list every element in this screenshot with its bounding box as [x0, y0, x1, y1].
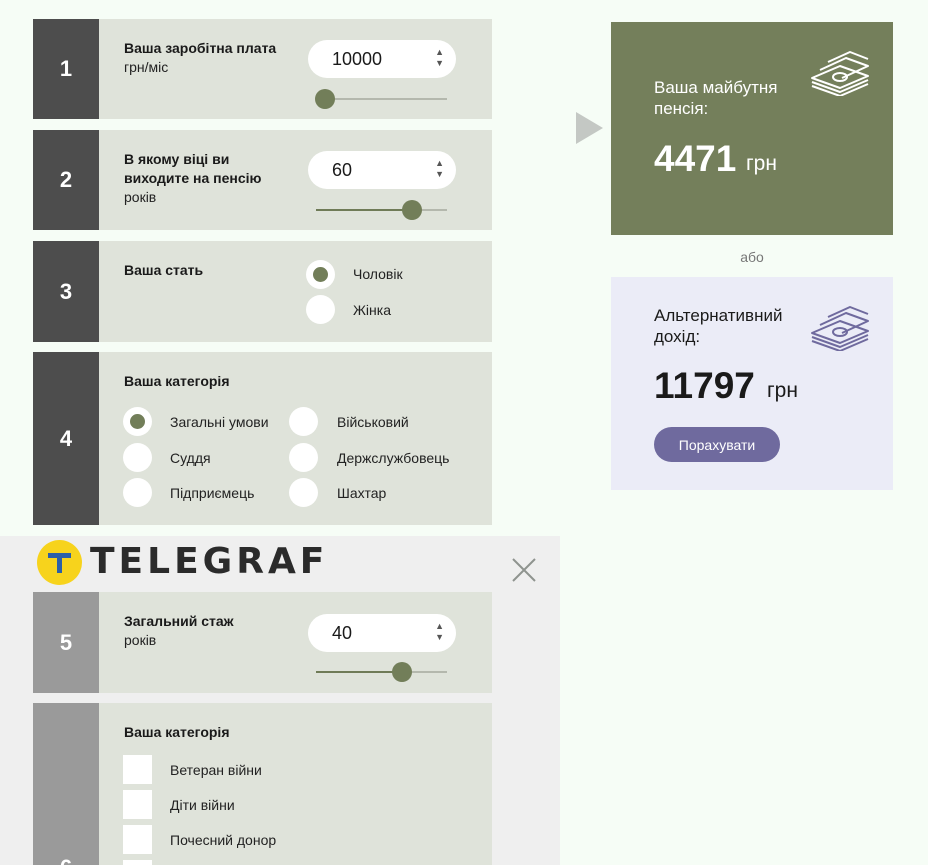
radio-military-label: Військовий [337, 414, 409, 430]
radio-general-label: Загальні умови [170, 414, 269, 430]
checkbox-next[interactable] [123, 860, 152, 865]
age-input[interactable]: 60 ▲ ▼ [308, 151, 456, 189]
step-number: 2 [33, 130, 99, 230]
step-label: Ваша заробітна плата грн/міс [124, 39, 304, 77]
radio-miner-label: Шахтар [337, 485, 387, 501]
radio-entrepreneur[interactable] [123, 478, 152, 507]
step-category: 4 Ваша категорія Загальні умови Військов… [33, 352, 492, 525]
arrow-right-icon [576, 112, 603, 144]
checkbox-war-children-label: Діти війни [170, 797, 235, 813]
radio-male[interactable] [306, 260, 335, 289]
spinner-icon[interactable]: ▲ ▼ [435, 158, 444, 180]
radio-general[interactable] [123, 407, 152, 436]
step-label: Ваша стать [124, 261, 304, 280]
step-label: Ваша категорія [124, 372, 304, 391]
step-number: 4 [33, 352, 99, 525]
step-label: Ваша категорія [124, 723, 304, 742]
step-label: Загальний стаж років [124, 612, 304, 650]
age-value: 60 [332, 159, 353, 180]
step-gender: 3 Ваша стать Чоловік Жінка [33, 241, 492, 342]
or-separator: або [740, 249, 764, 265]
radio-miner[interactable] [289, 478, 318, 507]
pension-unit: грн [746, 152, 777, 175]
experience-unit: років [124, 632, 157, 648]
pension-result-panel: Ваша майбутня пенсія: 4471 грн [611, 22, 893, 235]
gender-label: Ваша стать [124, 262, 204, 278]
checkbox-war-children[interactable] [123, 790, 152, 819]
alt-title: Альтернативний дохід: [654, 306, 783, 346]
calculate-button[interactable]: Порахувати [654, 427, 780, 462]
salary-label: Ваша заробітна плата [124, 40, 277, 56]
step-number: 3 [33, 241, 99, 342]
category-label: Ваша категорія [124, 373, 230, 389]
radio-entrepreneur-label: Підприємець [170, 485, 255, 501]
step-retirement-age: 2 В якому віці ви виходите на пенсію рок… [33, 130, 492, 230]
telegraf-logo-icon [37, 540, 82, 585]
step-label: В якому віці ви виходите на пенсію років [124, 150, 296, 207]
slider-knob[interactable] [392, 662, 413, 682]
checkbox-donor[interactable] [123, 825, 152, 854]
pension-value: 4471 [654, 138, 737, 179]
slider-fill [316, 209, 412, 211]
radio-male-label: Чоловік [353, 266, 403, 282]
radio-female-label: Жінка [353, 302, 391, 318]
alt-income-panel: Альтернативний дохід: 11797 грн Порахува… [611, 277, 893, 490]
slider-fill [316, 671, 403, 673]
benefits-label: Ваша категорія [124, 724, 230, 740]
age-slider[interactable] [316, 200, 447, 220]
age-label: В якому віці ви виходите на пенсію [124, 151, 262, 186]
step-benefits: 6 Ваша категорія Ветеран війни Діти війн… [33, 703, 492, 865]
radio-judge[interactable] [123, 443, 152, 472]
experience-label: Загальний стаж [124, 613, 234, 629]
step-number: 5 [33, 592, 99, 693]
money-stack-icon [811, 306, 869, 351]
alt-unit: грн [767, 379, 798, 402]
radio-female[interactable] [306, 295, 335, 324]
salary-input[interactable]: 10000 ▲ ▼ [308, 40, 456, 78]
radio-military[interactable] [289, 407, 318, 436]
age-unit: років [124, 189, 157, 205]
spinner-icon[interactable]: ▲ ▼ [435, 621, 444, 643]
alt-value: 11797 [654, 365, 755, 406]
checkbox-veteran-label: Ветеран війни [170, 762, 262, 778]
step-number: 6 [33, 703, 99, 865]
checkbox-donor-label: Почесний донор [170, 832, 277, 848]
radio-civil-servant[interactable] [289, 443, 318, 472]
step-experience: 5 Загальний стаж років 40 ▲ ▼ [33, 592, 492, 693]
slider-knob[interactable] [315, 89, 336, 109]
spinner-icon[interactable]: ▲ ▼ [435, 47, 444, 69]
salary-unit: грн/міс [124, 59, 169, 75]
step-number: 1 [33, 19, 99, 119]
pension-title: Ваша майбутня пенсія: [654, 78, 778, 118]
logo-text: TELEGRAF [90, 541, 329, 582]
checkbox-veteran[interactable] [123, 755, 152, 784]
close-icon[interactable] [511, 557, 537, 583]
step-salary: 1 Ваша заробітна плата грн/міс 10000 ▲ ▼ [33, 19, 492, 119]
salary-slider[interactable] [315, 89, 447, 109]
salary-value: 10000 [332, 48, 383, 69]
radio-civil-servant-label: Держслужбовець [337, 450, 450, 466]
slider-knob[interactable] [401, 200, 422, 220]
money-stack-icon [811, 51, 869, 96]
radio-judge-label: Суддя [170, 450, 211, 466]
experience-input[interactable]: 40 ▲ ▼ [308, 614, 456, 652]
experience-value: 40 [332, 622, 353, 643]
experience-slider[interactable] [316, 662, 447, 682]
